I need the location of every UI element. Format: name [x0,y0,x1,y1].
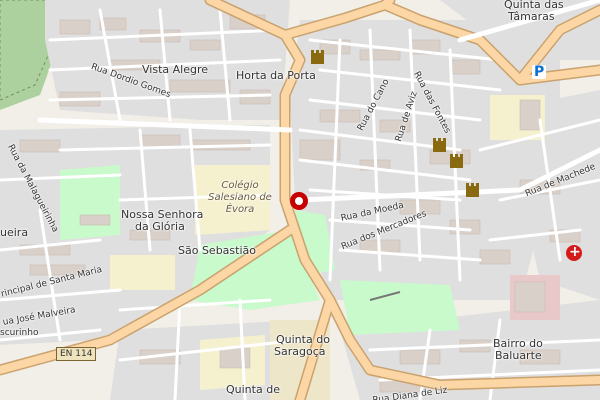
place-quinta-das-tamaras-2: Tâmaras [508,10,555,23]
location-marker-center [295,197,303,205]
place-sao-sebastiao: São Sebastião [178,244,256,257]
place-horta-da-porta: Horta da Porta [236,69,316,82]
park-south [340,280,460,335]
castle-icon [466,183,479,197]
castle-icon [433,138,446,152]
hospital-cross-icon: + [569,244,581,260]
school-ground-2 [110,255,175,290]
place-nossa-senhora-2: da Glória [135,220,185,233]
street-escurinho: scurinho [0,328,39,338]
poi-colegio-line3: Évora [225,204,255,215]
parking-icon[interactable]: P [534,64,544,80]
place-vista-alegre: Vista Alegre [142,63,208,76]
place-bairro-baluarte-2: Baluarte [495,349,542,362]
castle-icon [450,154,463,168]
castle-icon [311,50,324,64]
map-canvas[interactable]: Vista Alegre Horta da Porta Quinta das T… [0,0,600,400]
place-quinta-saragoca-2: Saragoça [274,345,326,358]
poi-colegio-line2: Salesiano de [208,192,272,203]
poi-colegio-line1: Colégio [221,180,259,191]
place-quinta-de: Quinta de [226,383,280,396]
place-ueira: ueira [0,226,29,239]
road-shield-en114: EN 114 [56,347,97,361]
